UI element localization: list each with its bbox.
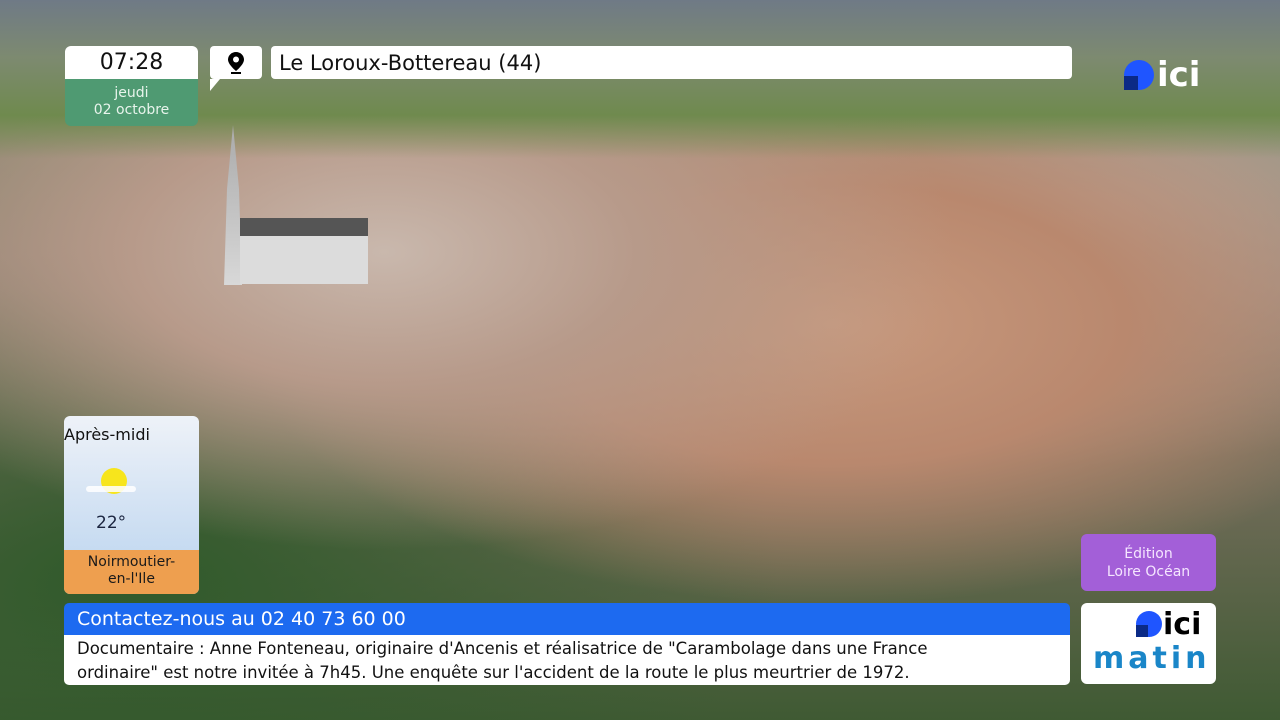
cloud-icon <box>86 486 136 492</box>
edition-line2: Loire Océan <box>1106 564 1191 580</box>
news-ticker: Contactez-nous au 02 40 73 60 00 Documen… <box>64 603 1070 685</box>
weather-temperature: 22° <box>96 513 127 533</box>
clock-day: jeudi <box>114 85 149 101</box>
ticker-body: Documentaire : Anne Fonteneau, originair… <box>64 635 1070 685</box>
weather-period: Après-midi <box>64 425 150 444</box>
ticker-headline: Contactez-nous au 02 40 73 60 00 <box>64 603 1070 635</box>
ici-dot-icon <box>1124 60 1154 90</box>
church-building <box>240 218 368 284</box>
ticker-line1: Documentaire : Anne Fonteneau, originair… <box>77 639 928 658</box>
edition-line1: Édition <box>1124 546 1173 562</box>
clock-date: jeudi 02 octobre <box>65 79 198 126</box>
edition-badge: Édition Loire Océan <box>1081 534 1216 591</box>
clock-time: 07:28 <box>65 46 198 79</box>
clock-widget: 07:28 jeudi 02 octobre <box>65 46 198 126</box>
show-logo-brand: ici <box>1163 607 1202 642</box>
location-name: Le Loroux-Bottereau (44) <box>271 46 1072 79</box>
ici-dot-icon <box>1136 611 1162 637</box>
channel-logo-text: ici <box>1157 55 1201 95</box>
map-pin-icon <box>228 51 244 74</box>
ticker-line2: ordinaire" est notre invitée à 7h45. Une… <box>77 663 910 682</box>
channel-logo: ici <box>1124 55 1201 95</box>
weather-city-line2: en-l'Ile <box>108 571 155 587</box>
weather-city-line1: Noirmoutier- <box>87 554 176 570</box>
weather-city: Noirmoutier- en-l'Ile <box>64 550 199 594</box>
show-logo: ici matin <box>1081 603 1216 684</box>
location-pin-box <box>210 46 262 91</box>
clock-date-text: 02 octobre <box>93 102 170 118</box>
show-logo-name: matin <box>1093 641 1211 676</box>
weather-widget: Après-midi 22° Noirmoutier- en-l'Ile <box>64 416 199 594</box>
